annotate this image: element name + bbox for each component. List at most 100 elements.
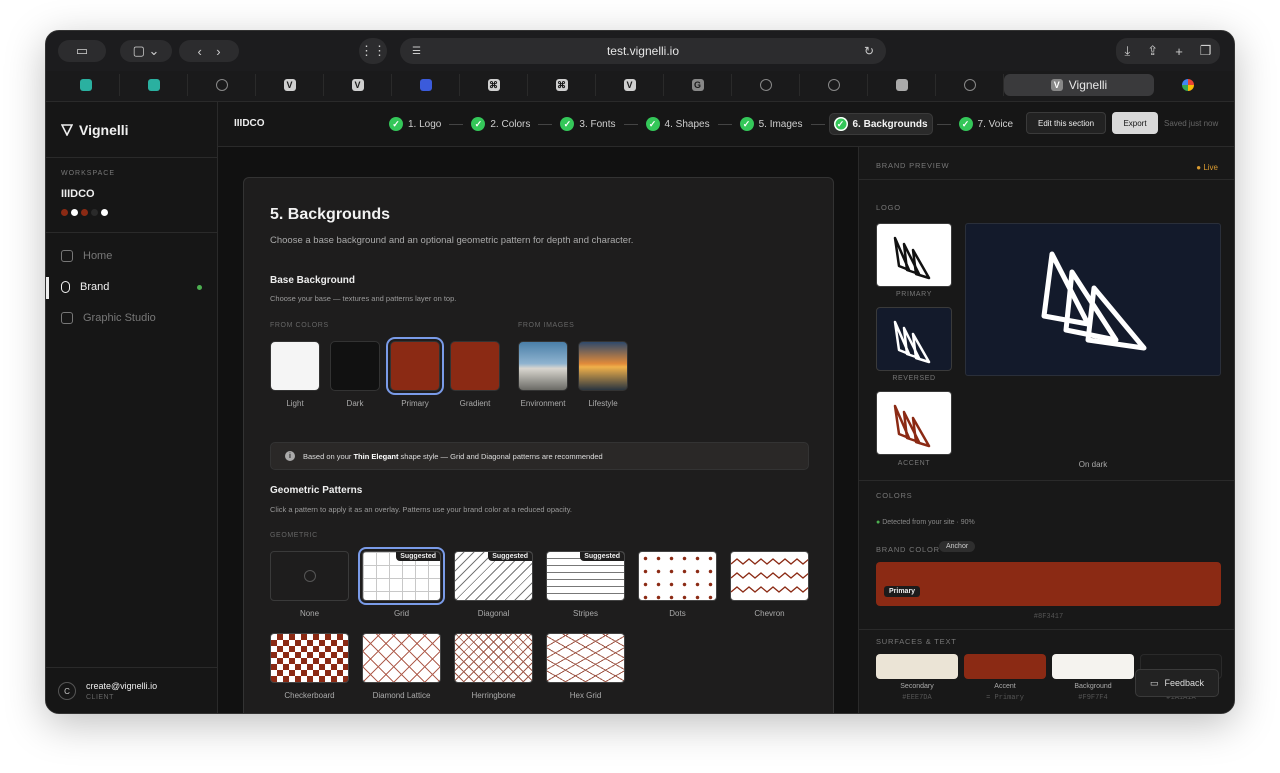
workspace-label: WORKSPACE: [61, 170, 115, 177]
new-tab-icon[interactable]: +: [1175, 44, 1183, 59]
share-icon[interactable]: ⇪: [1147, 43, 1158, 59]
nav-item-home[interactable]: Home: [61, 250, 211, 262]
pattern-checkerboard[interactable]: [270, 633, 349, 683]
tab[interactable]: [188, 74, 256, 96]
app-logo[interactable]: Vignelli: [61, 122, 129, 138]
feedback-button[interactable]: ▭ Feedback: [1135, 669, 1219, 697]
vignelli-favicon-icon: V: [283, 79, 296, 91]
nav-item-brand[interactable]: Brand: [61, 281, 211, 293]
swatch-label: Dark: [346, 399, 364, 408]
tab-favicon-icon: [79, 79, 92, 91]
back-forward-buttons[interactable]: ‹ ›: [179, 40, 239, 62]
user-email: create@vignelli.io: [86, 681, 158, 691]
tab[interactable]: V: [596, 74, 664, 96]
edit-section-button[interactable]: Edit this section: [1026, 112, 1106, 134]
pattern-chevron[interactable]: [730, 551, 809, 601]
tab[interactable]: [52, 74, 120, 96]
tab[interactable]: [1154, 74, 1222, 96]
chevron-pattern-icon: [731, 558, 808, 593]
brand-color-label: BRAND COLOR: [876, 545, 940, 554]
swatch-dark[interactable]: [330, 341, 380, 391]
vignelli-favicon-icon: V: [1050, 79, 1063, 91]
step-1[interactable]: ✓ 1. Logo: [385, 113, 445, 135]
geometric-patterns-hint: Click a pattern to apply it as an overla…: [270, 505, 572, 514]
base-background-hint: Choose your base — textures and patterns…: [270, 294, 457, 303]
logo-reversed-icon: [893, 320, 931, 364]
swatch-light[interactable]: [270, 341, 320, 391]
pattern-hex-grid[interactable]: [546, 633, 625, 683]
step-6[interactable]: ✓ 6. Backgrounds: [828, 113, 933, 135]
pattern-diamond-lattice[interactable]: [362, 633, 441, 683]
grid-apps-icon[interactable]: ⋮⋮: [359, 38, 387, 64]
tab[interactable]: ⌘: [460, 74, 528, 96]
pattern-grid[interactable]: Suggested: [362, 551, 441, 601]
swatch-lifestyle-image[interactable]: [578, 341, 628, 391]
logo-accent-tile[interactable]: [876, 391, 952, 455]
from-images-label: FROM IMAGES: [518, 322, 575, 329]
check-icon: ✓: [958, 117, 973, 131]
logo-primary-tile[interactable]: [876, 223, 952, 287]
sidebar-toggle-icon[interactable]: ▭: [58, 40, 106, 62]
surface-swatch[interactable]: [1052, 654, 1134, 679]
logo-reversed-tile[interactable]: [876, 307, 952, 371]
page-menu-icon[interactable]: ☰: [412, 46, 421, 57]
download-icon[interactable]: ⤓: [1125, 43, 1131, 59]
none-icon: [304, 570, 316, 582]
step-5[interactable]: ✓ 5. Images: [736, 113, 807, 135]
step-7[interactable]: ✓ 7. Voice: [955, 113, 1018, 135]
pattern-label: Stripes: [573, 609, 598, 618]
tab[interactable]: ⌘: [528, 74, 596, 96]
nav-item-graphic-studio[interactable]: Graphic Studio: [61, 312, 211, 324]
tab[interactable]: V: [324, 74, 392, 96]
tab[interactable]: [936, 74, 1004, 96]
chat-icon: ▭: [1149, 677, 1159, 688]
step-nav: ✓ 1. Logo ✓ 2. Colors ✓ 3. Fonts ✓ 4. Shapes ✓ 5.…: [385, 113, 1017, 135]
info-icon: i: [285, 451, 295, 461]
primary-color-swatch[interactable]: Primary: [876, 562, 1221, 606]
tab[interactable]: [732, 74, 800, 96]
tabs-icon[interactable]: ❐: [1200, 43, 1212, 59]
pattern-diagonal[interactable]: Suggested: [454, 551, 533, 601]
g-favicon-icon: G: [691, 79, 704, 91]
address-bar[interactable]: test.vignelli.io ↻ ☰: [400, 38, 886, 64]
user-profile[interactable]: C create@vignelli.io CLIENT: [46, 667, 218, 713]
section-title: 5. Backgrounds: [270, 206, 391, 223]
surface-value: #EEE7DA: [902, 694, 932, 702]
geometric-patterns-heading: Geometric Patterns: [270, 485, 363, 496]
swatch-gradient[interactable]: [450, 341, 500, 391]
surface-swatch[interactable]: [876, 654, 958, 679]
pattern-herringbone[interactable]: [454, 633, 533, 683]
export-button[interactable]: Export: [1112, 112, 1158, 134]
base-background-heading: Base Background: [270, 275, 356, 286]
tab-active[interactable]: V Vignelli: [1004, 74, 1154, 96]
tab[interactable]: G: [664, 74, 732, 96]
google-favicon-icon: [1182, 79, 1194, 91]
step-3[interactable]: ✓ 3. Fonts: [556, 113, 619, 135]
workspace-name[interactable]: IIIDCO: [61, 188, 95, 200]
sidebar: Vignelli WORKSPACE IIIDCO Home Brand Gra…: [46, 102, 218, 713]
browser-toolbar: ▭ ▢ ⌄ ‹ › ⋮⋮ test.vignelli.io ↻ ☰ ⤓ ⇪ + …: [46, 31, 1234, 71]
pattern-dots[interactable]: [638, 551, 717, 601]
step-4[interactable]: ✓ 4. Shapes: [642, 113, 714, 135]
tab[interactable]: [868, 74, 936, 96]
swatch-primary[interactable]: [390, 341, 440, 391]
tab[interactable]: [800, 74, 868, 96]
step-label: 7. Voice: [977, 118, 1014, 130]
step-2[interactable]: ✓ 2. Colors: [467, 113, 534, 135]
surface-name: Accent: [994, 683, 1016, 690]
tab[interactable]: V: [256, 74, 324, 96]
check-icon: ✓: [389, 117, 403, 131]
primary-color-label: Primary: [884, 586, 921, 597]
tab[interactable]: [392, 74, 460, 96]
suggested-badge: Suggested: [488, 552, 532, 561]
tab-overview-button[interactable]: ▢ ⌄: [120, 40, 172, 62]
tab-favicon-icon: [895, 79, 908, 91]
reload-icon[interactable]: ↻: [864, 44, 874, 58]
surface-swatch[interactable]: [964, 654, 1046, 679]
pattern-stripes[interactable]: Suggested: [546, 551, 625, 601]
tab[interactable]: [120, 74, 188, 96]
app-name: Vignelli: [79, 122, 129, 138]
notice-text: Based on your Thin Elegant shape style —…: [303, 451, 603, 461]
swatch-environment-image[interactable]: [518, 341, 568, 391]
pattern-none[interactable]: [270, 551, 349, 601]
